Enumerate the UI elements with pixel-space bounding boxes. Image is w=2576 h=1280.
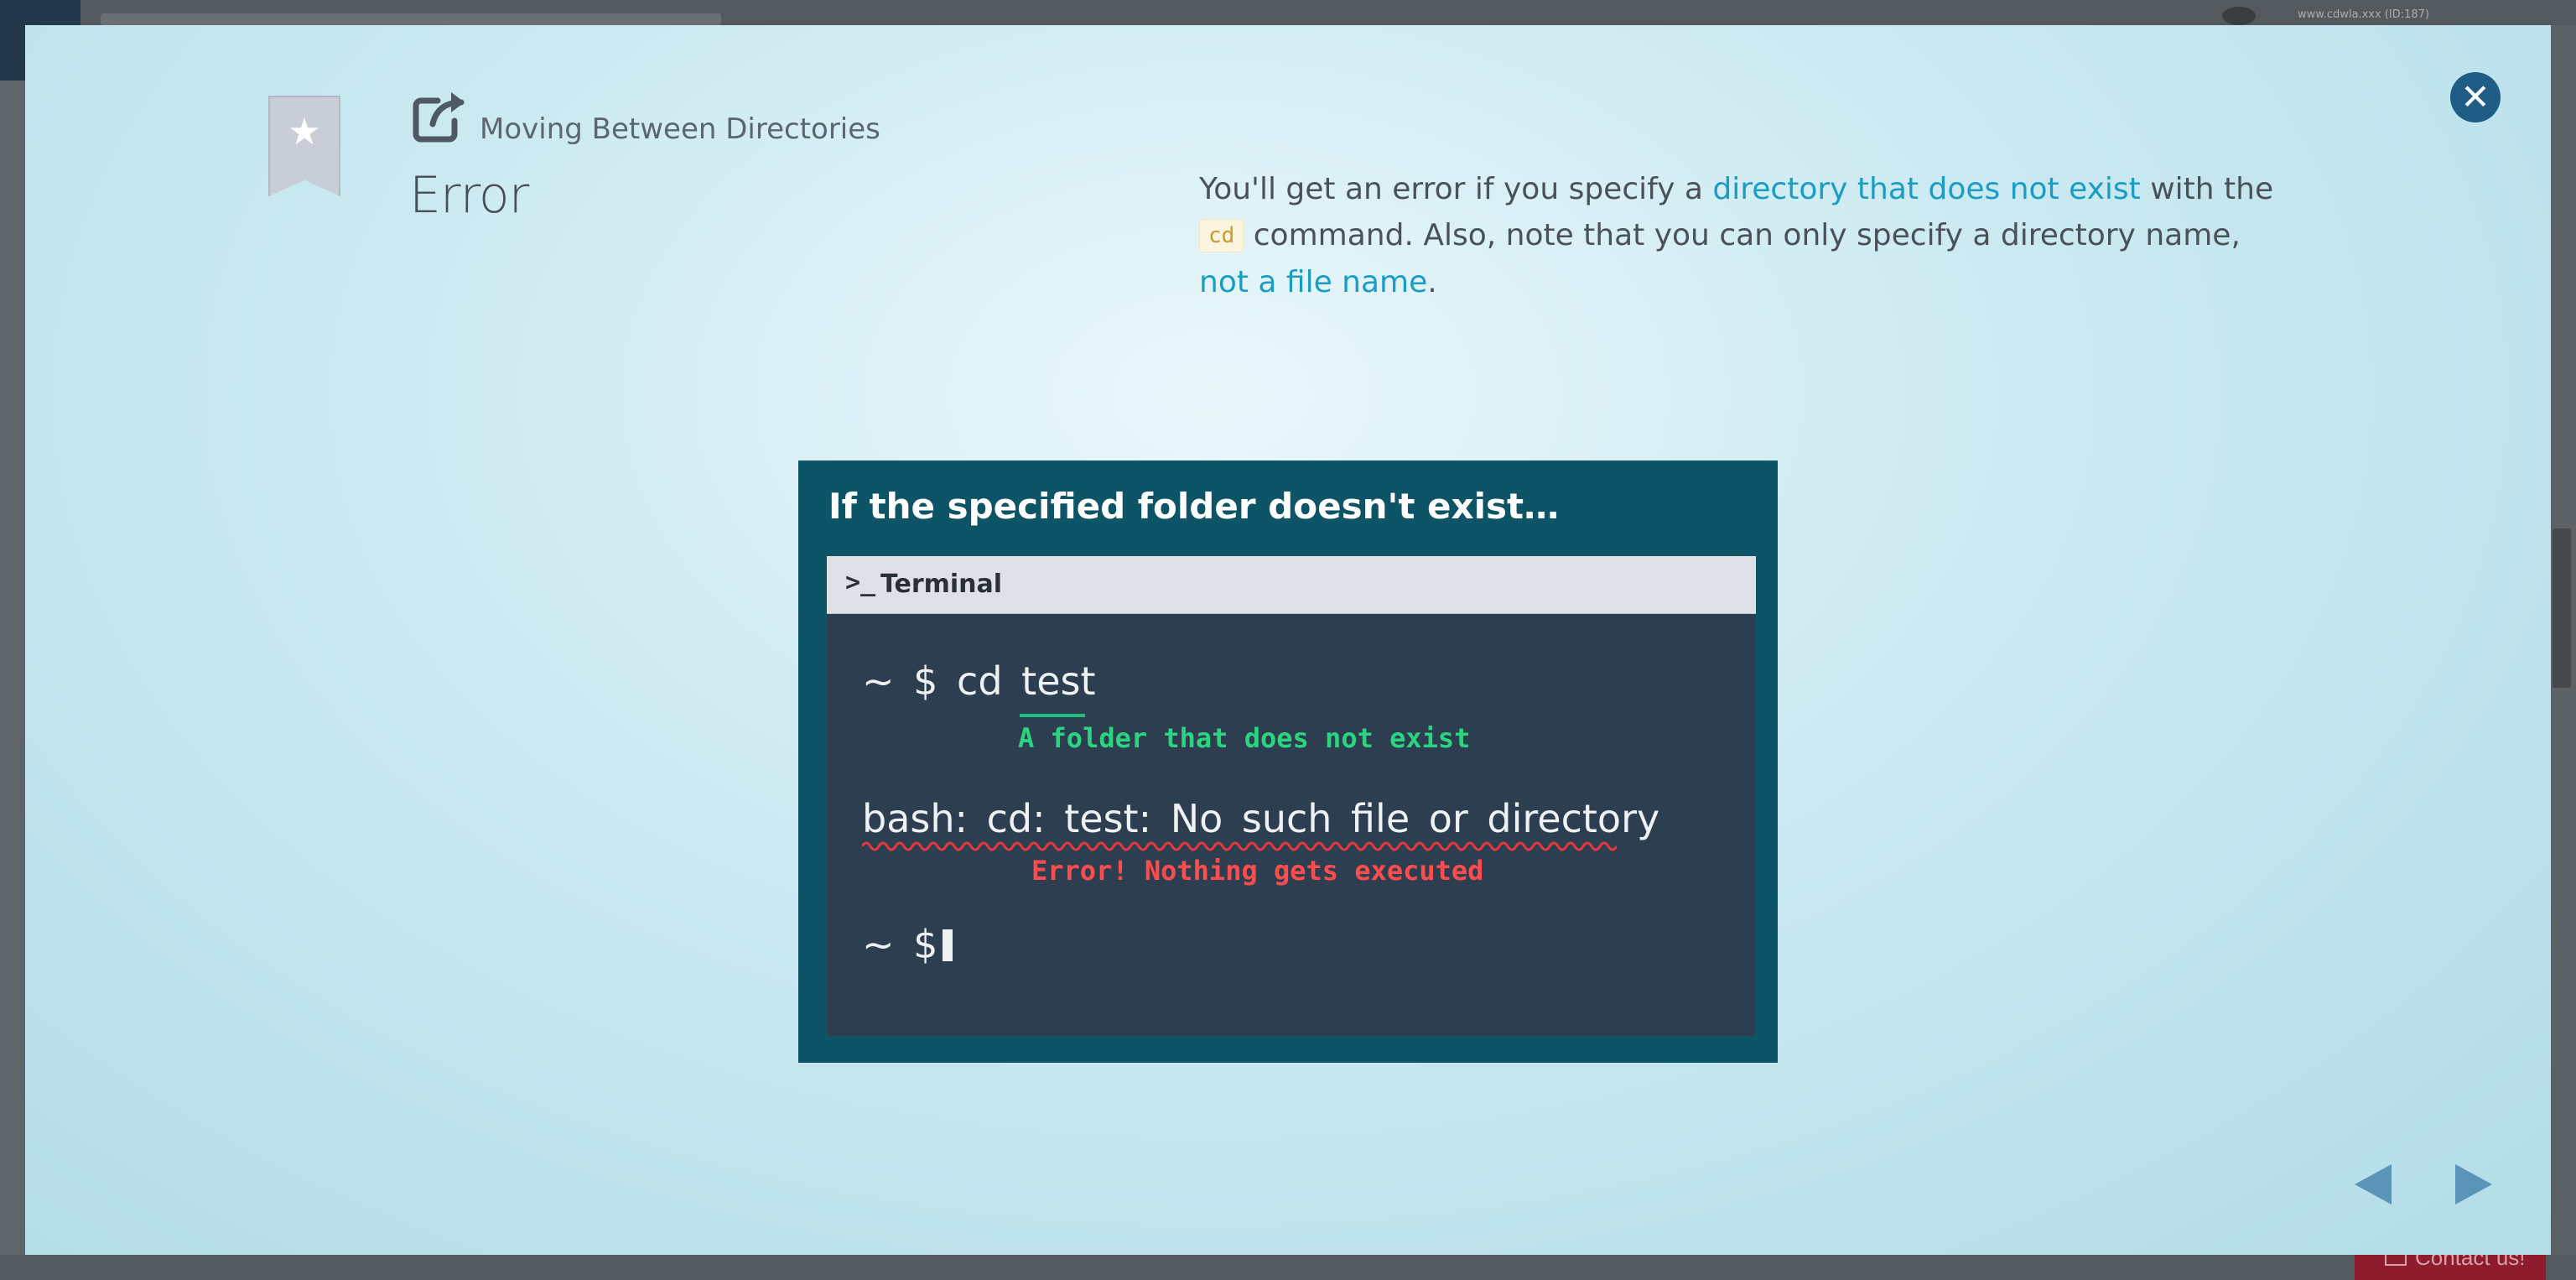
description-text: You'll get an error if you specify a bbox=[1199, 172, 1713, 206]
external-link-icon[interactable] bbox=[413, 91, 471, 144]
inline-code: cd bbox=[1199, 219, 1244, 252]
terminal-prompt-icon: >_ bbox=[845, 568, 876, 597]
background-search-bar bbox=[101, 13, 721, 25]
star-icon: ★ bbox=[288, 111, 321, 153]
description-text: command. Also, note that you can only sp… bbox=[1244, 218, 2241, 252]
command-text: ~ $ cd bbox=[862, 658, 1022, 704]
lesson-illustration: If the specified folder doesn't exist… >… bbox=[798, 460, 1778, 1063]
annotation-folder-missing: A folder that does not exist bbox=[1018, 722, 1471, 754]
terminal-error-line: bash: cd: test: No such file or director… bbox=[862, 796, 1660, 841]
error-squiggle-underline bbox=[862, 841, 1617, 851]
scrollbar-thumb[interactable] bbox=[2553, 528, 2571, 688]
page-scrollbar[interactable] bbox=[2547, 25, 2576, 1255]
argument-underline bbox=[1020, 714, 1085, 717]
terminal-prompt-line: ~ $ bbox=[862, 922, 953, 967]
link-directory-not-exist[interactable]: directory that does not exist bbox=[1712, 172, 2140, 206]
illustration-title: If the specified folder doesn't exist… bbox=[828, 486, 1560, 527]
close-button[interactable]: ✕ bbox=[2450, 72, 2501, 122]
next-slide-button[interactable] bbox=[2454, 1163, 2494, 1206]
background-bottom-bar bbox=[0, 1255, 2576, 1280]
terminal-title-bar: >_ Terminal bbox=[827, 556, 1756, 614]
previous-slide-button[interactable] bbox=[2353, 1163, 2393, 1206]
user-label: www.cdwla.xxx (ID:187) bbox=[2298, 8, 2429, 21]
triangle-right-icon bbox=[2455, 1164, 2492, 1205]
terminal-cursor bbox=[943, 929, 953, 961]
annotation-error: Error! Nothing gets executed bbox=[1031, 855, 1484, 887]
terminal-title: Terminal bbox=[880, 570, 1003, 599]
triangle-left-icon bbox=[2355, 1164, 2392, 1205]
terminal-window: >_ Terminal ~ $ cd test A folder that do… bbox=[827, 556, 1756, 1036]
lesson-modal: ★ Moving Between Directories Error You'l… bbox=[25, 25, 2551, 1255]
prompt-text: ~ $ bbox=[862, 922, 938, 967]
close-icon: ✕ bbox=[2460, 76, 2490, 117]
description-text: with the bbox=[2140, 172, 2274, 206]
avatar bbox=[2222, 7, 2256, 25]
bookmark-button[interactable]: ★ bbox=[268, 96, 340, 196]
description-text: . bbox=[1427, 265, 1437, 299]
breadcrumb: Moving Between Directories bbox=[480, 112, 880, 146]
command-argument: test bbox=[1021, 658, 1096, 704]
terminal-command-line: ~ $ cd test bbox=[862, 658, 1096, 704]
page-title: Error bbox=[409, 166, 529, 225]
lesson-description: You'll get an error if you specify a dir… bbox=[1199, 166, 2289, 305]
link-not-a-file-name[interactable]: not a file name bbox=[1199, 265, 1427, 299]
